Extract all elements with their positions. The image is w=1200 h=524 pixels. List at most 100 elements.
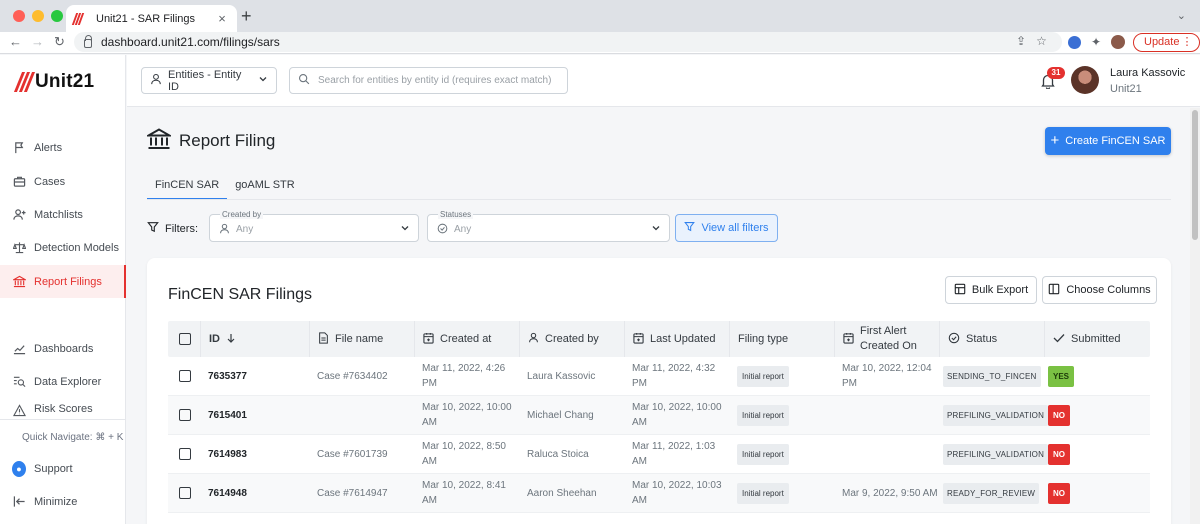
tabs-divider [147, 199, 1171, 200]
scrollbar-thumb[interactable] [1192, 110, 1198, 240]
filing-id[interactable]: 7614983 [200, 435, 309, 473]
created-by-filter[interactable]: Created by Any [209, 210, 419, 242]
sidebar-item-support[interactable]: ● Support [0, 452, 126, 485]
entity-type-select[interactable]: Entities - Entity ID [141, 67, 277, 94]
table-row[interactable]: 7614948 Case #7614947 Mar 10, 2022, 8:41… [168, 474, 1150, 513]
filing-id[interactable]: 7635377 [200, 357, 309, 395]
created-at: Mar 11, 2022, 4:26 PM [422, 363, 506, 389]
window-minimize-button[interactable] [32, 10, 44, 22]
tab-fincen-sar[interactable]: FinCEN SAR [147, 170, 228, 200]
created-at: Mar 10, 2022, 8:41 AM [422, 480, 506, 506]
browser-tab-bar: Unit21 - SAR Filings × + ⌄ [0, 0, 1200, 32]
sidebar-item-alerts[interactable]: Alerts [0, 131, 126, 164]
page-title: Report Filing [179, 130, 276, 150]
row-checkbox[interactable] [179, 448, 191, 460]
row-checkbox[interactable] [179, 409, 191, 421]
calendar-icon [633, 332, 644, 347]
notification-count-badge: 31 [1047, 67, 1065, 79]
window-close-button[interactable] [13, 10, 25, 22]
column-created-by[interactable]: Created by [519, 321, 624, 357]
select-all-checkbox[interactable] [179, 333, 191, 345]
statuses-filter[interactable]: Statuses Any [427, 210, 670, 242]
sidebar-divider [0, 419, 126, 420]
browser-tab[interactable]: Unit21 - SAR Filings × [66, 5, 237, 32]
scale-icon [12, 241, 26, 255]
table-body: 7635377 Case #7634402 Mar 11, 2022, 4:26… [168, 357, 1150, 513]
status-badge: READY_FOR_REVIEW [943, 482, 1040, 504]
unit21-logo-icon [13, 72, 36, 92]
submitted: YES [1044, 357, 1150, 395]
created-by: Aaron Sheehan [527, 487, 597, 499]
page-scrollbar[interactable] [1190, 108, 1200, 524]
sidebar-item-risk-scores[interactable]: Risk Scores [0, 399, 126, 419]
share-icon[interactable]: ⇪ [1016, 34, 1026, 48]
entity-search-input[interactable] [318, 75, 558, 86]
columns-icon [1048, 283, 1060, 298]
view-all-filters-button[interactable]: View all filters [675, 214, 778, 242]
forward-arrow-icon[interactable]: → [31, 34, 44, 50]
status: READY_FOR_REVIEW [939, 474, 1044, 512]
bulk-export-button[interactable]: Bulk Export [945, 276, 1037, 304]
file-icon [318, 331, 329, 347]
check-circle-icon [437, 223, 448, 237]
table-row[interactable]: 7635377 Case #7634402 Mar 11, 2022, 4:26… [168, 357, 1150, 396]
unit21-logo[interactable]: Unit21 [13, 71, 94, 93]
submitted: NO [1044, 474, 1150, 512]
column-created-at[interactable]: Created at [414, 321, 519, 357]
close-tab-icon[interactable]: × [215, 11, 229, 26]
choose-columns-button[interactable]: Choose Columns [1042, 276, 1157, 304]
filing-id[interactable]: 7615401 [200, 396, 309, 434]
entity-search[interactable] [289, 67, 568, 94]
update-button[interactable]: Update ⋮ [1133, 33, 1200, 52]
column-submitted[interactable]: Submitted [1044, 321, 1150, 357]
sidebar-item-dashboards[interactable]: Dashboards [0, 332, 126, 365]
bank-icon [12, 275, 26, 289]
row-checkbox[interactable] [179, 370, 191, 382]
user-avatar[interactable] [1071, 66, 1099, 94]
filing-id[interactable]: 7614948 [200, 474, 309, 512]
filing-type-chip: Initial report [737, 404, 789, 426]
status: PREFILING_VALIDATION [939, 435, 1049, 473]
chevron-down-icon[interactable]: ⌄ [1177, 9, 1186, 22]
create-fincen-sar-button[interactable]: + Create FinCEN SAR [1045, 127, 1171, 155]
address-bar[interactable]: dashboard.unit21.com/filings/sars [74, 32, 1062, 52]
column-file-name[interactable]: File name [309, 321, 414, 357]
last-updated: Mar 10, 2022, 10:00 AM [632, 402, 722, 428]
sidebar-item-detection-models[interactable]: Detection Models [0, 231, 126, 264]
new-tab-button[interactable]: + [241, 7, 252, 25]
column-filing-type[interactable]: Filing type [729, 321, 834, 357]
star-icon[interactable]: ☆ [1036, 34, 1047, 48]
filing-type: Initial report [729, 435, 834, 473]
filing-type: Initial report [729, 396, 834, 434]
sidebar-item-data-explorer[interactable]: Data Explorer [0, 365, 126, 398]
table-row[interactable]: 7614983 Case #7601739 Mar 10, 2022, 8:50… [168, 435, 1150, 474]
calendar-icon [423, 332, 434, 347]
created-at: Mar 10, 2022, 8:50 AM [422, 441, 506, 467]
reload-icon[interactable]: ↻ [54, 34, 65, 50]
quick-navigate-hint: Quick Navigate: ⌘ + K [22, 432, 124, 443]
puzzle-icon[interactable]: ✦ [1091, 35, 1101, 49]
sidebar: Unit21 Alerts Cases Matchlists Detection… [0, 55, 126, 524]
lock-icon [84, 34, 92, 48]
browser-toolbar: ← → ↻ dashboard.unit21.com/filings/sars … [0, 32, 1200, 54]
sidebar-minimize-button[interactable]: Minimize [0, 485, 126, 518]
search-icon [298, 73, 310, 88]
column-last-updated[interactable]: Last Updated [624, 321, 729, 357]
tab-goaml-str[interactable]: goAML STR [227, 170, 303, 200]
back-arrow-icon[interactable]: ← [9, 34, 22, 50]
sidebar-item-matchlists[interactable]: Matchlists [0, 198, 126, 231]
filings-table: ID File name Created at Created by Last … [168, 321, 1150, 513]
column-id[interactable]: ID [200, 321, 309, 357]
sidebar-item-cases[interactable]: Cases [0, 165, 126, 198]
extension-icon[interactable] [1068, 35, 1081, 49]
status: SENDING_TO_FINCEN [939, 357, 1044, 395]
table-row[interactable]: 7615401 Mar 10, 2022, 10:00 AM Michael Ch… [168, 396, 1150, 435]
window-maximize-button[interactable] [51, 10, 63, 22]
row-checkbox[interactable] [179, 487, 191, 499]
sidebar-item-report-filings[interactable]: Report Filings [0, 265, 126, 298]
column-first-alert-created-on[interactable]: First Alert Created On [834, 321, 939, 357]
url-text[interactable]: dashboard.unit21.com/filings/sars [101, 35, 280, 49]
file-name: Case #7614947 [317, 487, 388, 499]
column-status[interactable]: Status [939, 321, 1044, 357]
profile-avatar[interactable] [1111, 35, 1126, 49]
